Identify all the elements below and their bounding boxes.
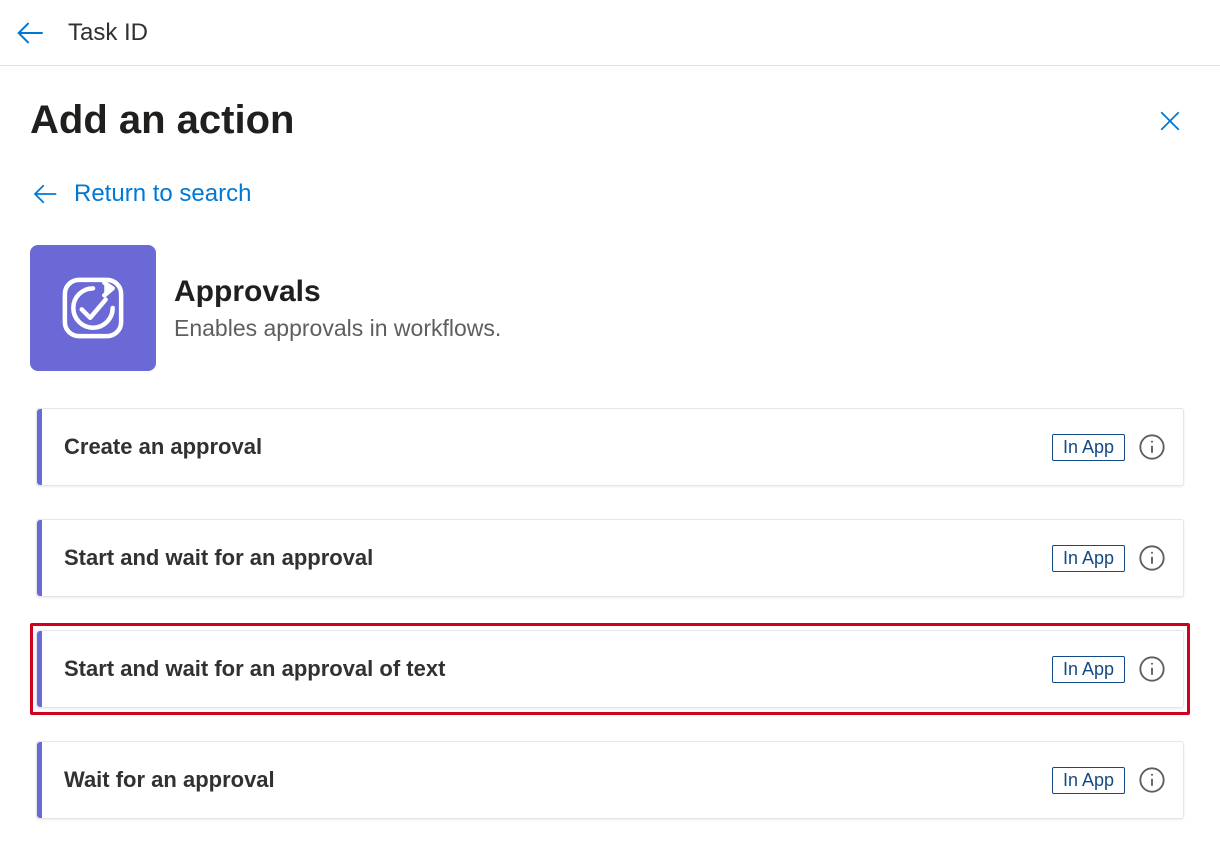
arrow-left-icon [30,179,60,209]
action-item[interactable]: Create an approvalIn App [36,408,1184,486]
action-item-wrap: Start and wait for an approval of textIn… [30,623,1190,715]
action-item[interactable]: Start and wait for an approvalIn App [36,519,1184,597]
arrow-left-icon [13,16,47,50]
add-action-panel: Add an action Return to search Approvals [0,66,1220,856]
connector-description: Enables approvals in workflows. [174,315,501,342]
panel-heading: Add an action [30,98,294,143]
connector-text: Approvals Enables approvals in workflows… [174,275,501,342]
action-item[interactable]: Start and wait for an approval of textIn… [36,630,1184,708]
action-label: Wait for an approval [64,767,1052,793]
action-label: Start and wait for an approval [64,545,1052,571]
action-accent [37,742,42,818]
action-right: In App [1052,654,1183,684]
in-app-badge: In App [1052,434,1125,461]
info-button[interactable] [1137,654,1167,684]
connector-name: Approvals [174,275,501,309]
action-label: Create an approval [64,434,1052,460]
action-accent [37,409,42,485]
info-button[interactable] [1137,543,1167,573]
in-app-badge: In App [1052,767,1125,794]
return-to-search-link[interactable]: Return to search [30,179,251,209]
info-button[interactable] [1137,765,1167,795]
action-accent [37,520,42,596]
info-icon [1138,433,1166,461]
approvals-icon [48,263,138,353]
topbar: Task ID [0,0,1220,66]
back-button[interactable] [12,15,48,51]
action-right: In App [1052,432,1183,462]
action-item[interactable]: Wait for an approvalIn App [36,741,1184,819]
action-right: In App [1052,543,1183,573]
action-label: Start and wait for an approval of text [64,656,1052,682]
close-button[interactable] [1154,105,1186,137]
action-item-wrap: Wait for an approvalIn App [30,734,1190,826]
info-icon [1138,766,1166,794]
info-icon [1138,655,1166,683]
connector-header: Approvals Enables approvals in workflows… [30,245,1190,371]
info-button[interactable] [1137,432,1167,462]
in-app-badge: In App [1052,656,1125,683]
action-item-wrap: Create an approvalIn App [30,401,1190,493]
close-icon [1155,106,1185,136]
topbar-title: Task ID [68,19,148,47]
connector-tile [30,245,156,371]
panel-header: Add an action [30,98,1190,143]
return-link-label: Return to search [74,180,251,208]
action-list: Create an approvalIn AppStart and wait f… [30,401,1190,826]
action-right: In App [1052,765,1183,795]
info-icon [1138,544,1166,572]
in-app-badge: In App [1052,545,1125,572]
action-accent [37,631,42,707]
action-item-wrap: Start and wait for an approvalIn App [30,512,1190,604]
